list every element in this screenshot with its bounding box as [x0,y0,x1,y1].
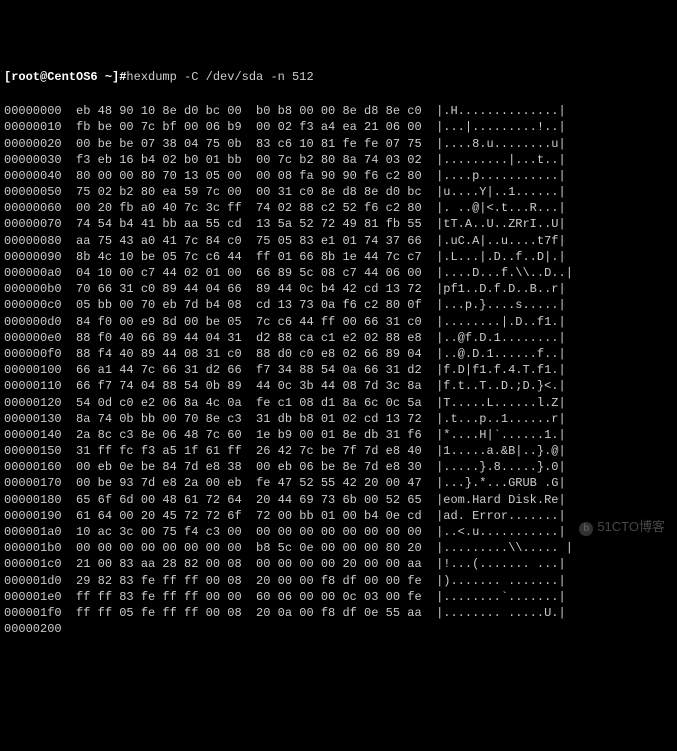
hex-row: 000001a0 10 ac 3c 00 75 f4 c3 00 00 00 0… [4,524,673,540]
hexdump-output: 00000000 eb 48 90 10 8e d0 bc 00 b0 b8 0… [4,103,673,637]
hex-row: 000001c0 21 00 83 aa 28 82 00 08 00 00 0… [4,556,673,572]
hex-row: 000000b0 70 66 31 c0 89 44 04 66 89 44 0… [4,281,673,297]
hex-row: 000001b0 00 00 00 00 00 00 00 00 b8 5c 0… [4,540,673,556]
hex-row: 000001d0 29 82 83 fe ff ff 00 08 20 00 0… [4,573,673,589]
hex-row: 000001e0 ff ff 83 fe ff ff 00 00 60 06 0… [4,589,673,605]
hex-row: 00000070 74 54 b4 41 bb aa 55 cd 13 5a 5… [4,216,673,232]
hex-row: 000000a0 04 10 00 c7 44 02 01 00 66 89 5… [4,265,673,281]
hex-row: 00000080 aa 75 43 a0 41 7c 84 c0 75 05 8… [4,233,673,249]
hex-row: 00000030 f3 eb 16 b4 02 b0 01 bb 00 7c b… [4,152,673,168]
hex-row: 00000090 8b 4c 10 be 05 7c c6 44 ff 01 6… [4,249,673,265]
hex-row: 000000d0 84 f0 00 e9 8d 00 be 05 7c c6 4… [4,314,673,330]
hex-row: 00000040 80 00 00 80 70 13 05 00 00 08 f… [4,168,673,184]
hex-row: 00000190 61 64 00 20 45 72 72 6f 72 00 b… [4,508,673,524]
hex-row: 00000060 00 20 fb a0 40 7c 3c ff 74 02 8… [4,200,673,216]
hex-row: 00000180 65 6f 6d 00 48 61 72 64 20 44 6… [4,492,673,508]
hex-row: 00000020 00 be be 07 38 04 75 0b 83 c6 1… [4,136,673,152]
hex-row: 00000200 [4,621,673,637]
prompt-prefix: [root@CentOS6 ~]# [4,70,126,84]
hex-row: 00000110 66 f7 74 04 88 54 0b 89 44 0c 3… [4,378,673,394]
hex-row: 00000050 75 02 b2 80 ea 59 7c 00 00 31 c… [4,184,673,200]
hex-row: 00000150 31 ff fc f3 a5 1f 61 ff 26 42 7… [4,443,673,459]
hex-row: 00000120 54 0d c0 e2 06 8a 4c 0a fe c1 0… [4,395,673,411]
hex-row: 000000f0 88 f4 40 89 44 08 31 c0 88 d0 c… [4,346,673,362]
hex-row: 000000c0 05 bb 00 70 eb 7d b4 08 cd 13 7… [4,297,673,313]
hex-row: 00000010 fb be 00 7c bf 00 06 b9 00 02 f… [4,119,673,135]
hex-row: 00000140 2a 8c c3 8e 06 48 7c 60 1e b9 0… [4,427,673,443]
command-text: hexdump -C /dev/sda -n 512 [126,70,313,84]
hex-row: 00000160 00 eb 0e be 84 7d e8 38 00 eb 0… [4,459,673,475]
hex-row: 000001f0 ff ff 05 fe ff ff 00 08 20 0a 0… [4,605,673,621]
hex-row: 00000100 66 a1 44 7c 66 31 d2 66 f7 34 8… [4,362,673,378]
command-prompt: [root@CentOS6 ~]#hexdump -C /dev/sda -n … [4,69,673,85]
hex-row: 00000170 00 be 93 7d e8 2a 00 eb fe 47 5… [4,475,673,491]
hex-row: 000000e0 88 f0 40 66 89 44 04 31 d2 88 c… [4,330,673,346]
hex-row: 00000130 8a 74 0b bb 00 70 8e c3 31 db b… [4,411,673,427]
hex-row: 00000000 eb 48 90 10 8e d0 bc 00 b0 b8 0… [4,103,673,119]
